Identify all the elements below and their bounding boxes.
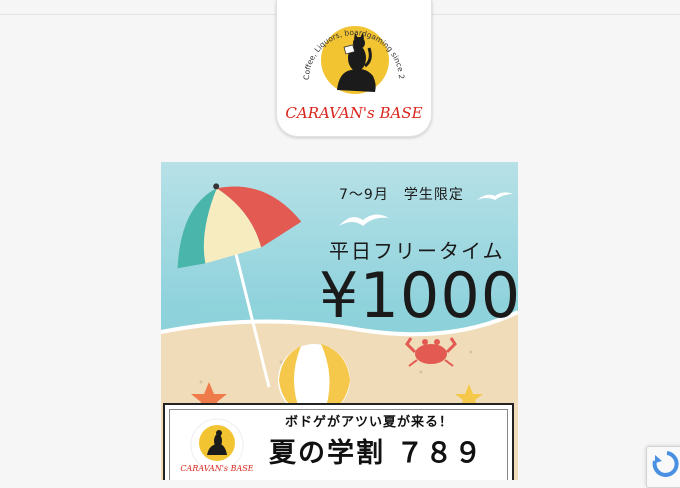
site-logo: Coffee, Liquors, boardgaming since 2017 …	[277, 0, 423, 122]
campaign-price: ¥1000	[319, 259, 518, 332]
notice-title: 夏の学割 ７８９	[269, 438, 484, 469]
site-logo-link[interactable]: Coffee, Liquors, boardgaming since 2017 …	[276, 0, 432, 137]
notice-logo: CARAVAN's BASE	[180, 418, 253, 473]
recaptcha-icon	[652, 451, 679, 477]
notice-subtitle: ボドゲがアツい夏が来る！	[285, 415, 454, 430]
notice-logo-text: CARAVAN's BASE	[180, 464, 253, 473]
logo-brand-text: CARAVAN's BASE	[285, 104, 422, 122]
campaign-period: 7〜9月 学生限定	[339, 187, 464, 203]
recaptcha-badge[interactable]	[646, 446, 680, 488]
notice-card: CARAVAN's BASE ボドゲがアツい夏が来る！ 夏の学割 ７８９	[163, 403, 514, 480]
summer-campaign-banner[interactable]: 7〜9月 学生限定 平日フリータイム ¥1000 CARAVAN's BASE …	[161, 162, 518, 480]
